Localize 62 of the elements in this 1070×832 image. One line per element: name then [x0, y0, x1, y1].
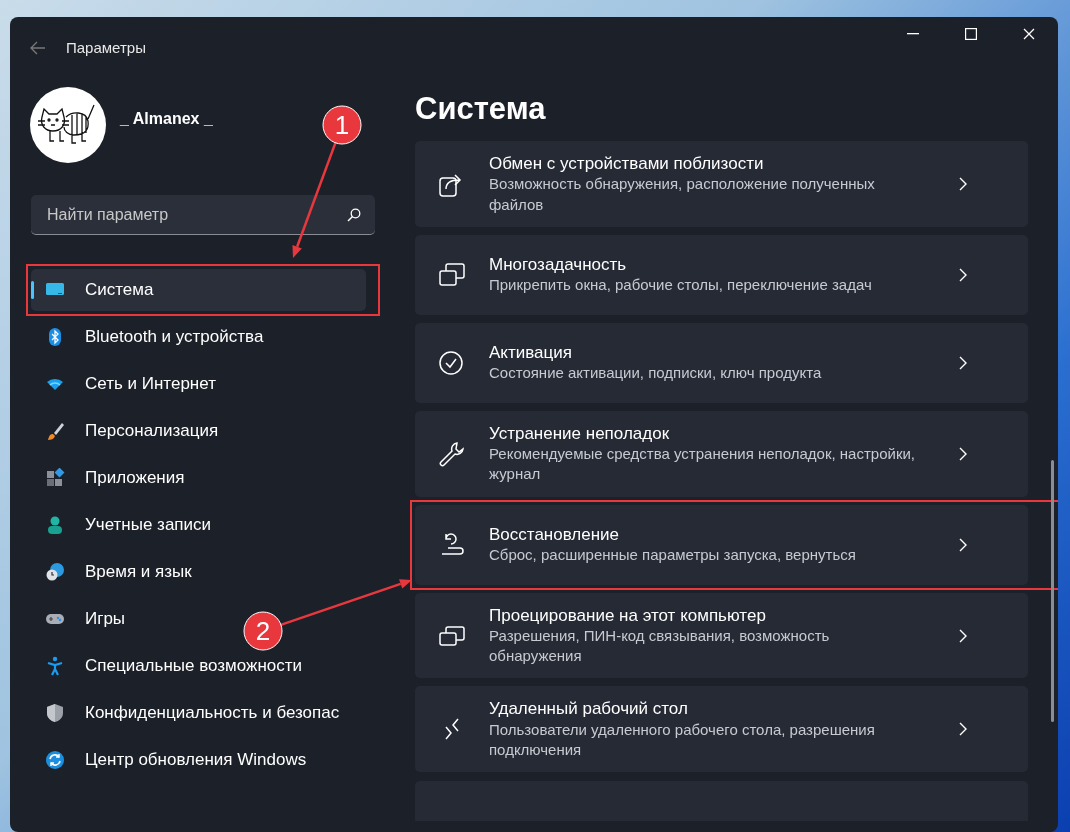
- sidebar-item[interactable]: Центр обновления Windows: [31, 739, 366, 781]
- sidebar-item[interactable]: Учетные записи: [31, 504, 366, 546]
- card-title: Активация: [489, 342, 573, 364]
- chevron-right-icon: [959, 355, 967, 370]
- page-title: Система: [415, 90, 547, 128]
- paintbrush-icon: [45, 421, 65, 441]
- maximize-icon: [965, 28, 977, 40]
- card-title: Проецирование на этот компьютер: [489, 604, 767, 626]
- checkmark-circle-icon: [438, 349, 466, 376]
- card-description: Пользователи удаленного рабочего стола, разрешения подключения: [489, 719, 876, 760]
- sidebar-item[interactable]: Приложения: [31, 457, 366, 499]
- card-description: Возможность обнаружения, расположение полученных файлов: [489, 174, 876, 215]
- annotation-marker: 2: [243, 611, 283, 651]
- user-name: _ Almanex _: [120, 109, 213, 129]
- settings-card[interactable]: Устранение неполадок Рекомендуемые средства устранения неполадок, настройки, журнал: [415, 410, 1028, 497]
- card-title: Обмен с устройствами поблизости: [489, 153, 765, 175]
- settings-card[interactable]: Обмен с устройствами поблизости Возможность обнаружения, расположение полученных файлов: [415, 141, 1028, 227]
- windows-stack-icon: [438, 261, 466, 288]
- remote-desktop-icon: [445, 718, 459, 741]
- person-icon: [45, 515, 65, 535]
- sidebar-item[interactable]: Время и язык: [31, 551, 366, 593]
- settings-card[interactable]: Многозадачность Прикрепить окна, рабочие столы, переключение задач: [415, 234, 1028, 315]
- apps-icon: [45, 468, 65, 488]
- settings-card[interactable]: Восстановление Сброс, расширенные параметры запуска, вернуться: [415, 504, 1028, 585]
- card-title: Многозадачность: [489, 254, 628, 276]
- card-description: Разрешения, ПИН-код связывания, возможность обнаружения: [489, 625, 831, 667]
- card-description: Состояние активации, подписки, ключ продукта: [489, 363, 823, 384]
- update-icon: [45, 750, 65, 770]
- accessibility-icon: [45, 656, 65, 676]
- card-description: Прикрепить окна, рабочие столы, переключение задач: [489, 275, 873, 296]
- sidebar-item[interactable]: Персонализация: [31, 410, 366, 452]
- chevron-right-icon: [959, 628, 967, 643]
- search-input[interactable]: Найти параметр: [45, 201, 347, 228]
- wrench-icon: [438, 440, 466, 467]
- card-title: Восстановление: [489, 523, 621, 546]
- card-title: Устранение неполадок: [489, 422, 671, 445]
- annotation-marker: 1: [322, 105, 362, 145]
- minimize-icon: [907, 33, 919, 35]
- sidebar-item[interactable]: Конфиденциальность и безопас: [31, 692, 366, 734]
- search-icon[interactable]: [347, 207, 361, 222]
- selection-indicator: [31, 281, 34, 299]
- sidebar-item[interactable]: Сеть и Интернет: [31, 363, 366, 405]
- settings-card[interactable]: Активация Состояние активации, подписки, ключ продукта: [415, 322, 1028, 403]
- settings-card[interactable]: Проецирование на этот компьютер Разрешения, ПИН-код связывания, возможность обнаружения: [415, 592, 1028, 679]
- card-title: Удаленный рабочий стол: [489, 698, 689, 720]
- settings-card[interactable]: Удаленный рабочий стол Пользователи удаленного рабочего стола, разрешения подключения: [415, 686, 1028, 773]
- shield-icon: [45, 703, 65, 723]
- card-description: Сброс, расширенные параметры запуска, вернуться: [489, 545, 857, 566]
- scrollbar[interactable]: [1051, 460, 1054, 722]
- globe-clock-icon: [45, 562, 65, 582]
- chevron-right-icon: [959, 722, 967, 737]
- chevron-right-icon: [959, 267, 967, 282]
- card-description: Рекомендуемые средства устранения неполадок, настройки, журнал: [489, 444, 916, 485]
- chevron-right-icon: [959, 537, 967, 552]
- close-icon: [1023, 28, 1035, 40]
- chevron-right-icon: [959, 446, 967, 461]
- sidebar-item[interactable]: Система: [31, 269, 366, 311]
- back-arrow-icon[interactable]: [30, 41, 46, 55]
- sidebar-item[interactable]: Bluetooth и устройства: [31, 316, 366, 358]
- chevron-right-icon: [959, 177, 967, 192]
- window-title: Параметры: [66, 37, 146, 58]
- search-bar[interactable]: Найти параметр: [31, 195, 375, 235]
